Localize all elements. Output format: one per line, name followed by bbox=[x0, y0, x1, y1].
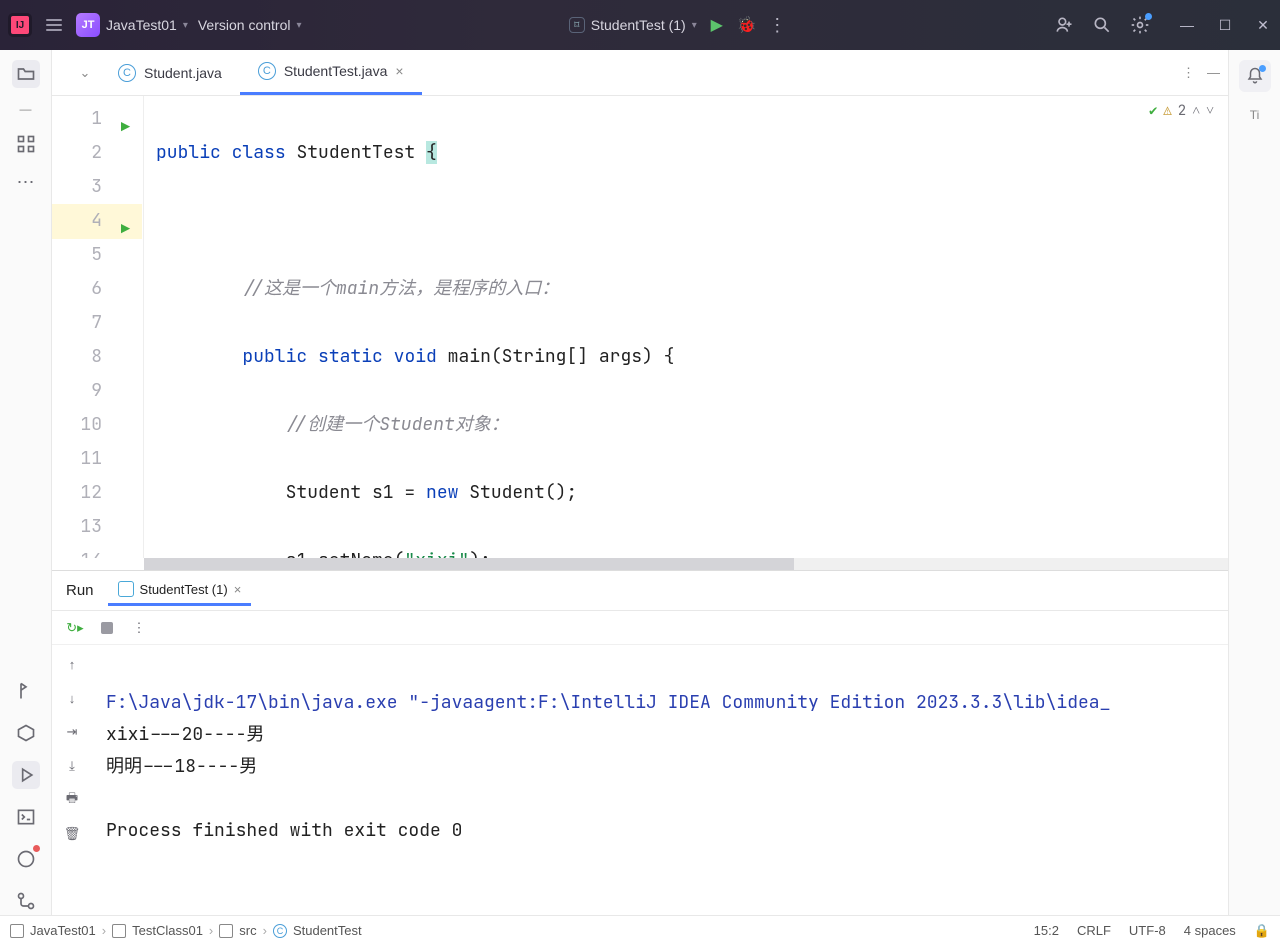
more-actions-button[interactable]: ⋮ bbox=[767, 15, 787, 35]
print-icon[interactable]: 🖶 bbox=[61, 789, 83, 811]
run-panel: Run StudentTest (1) × ↻▸ ⋮ ↑ ↓ bbox=[52, 570, 1228, 915]
run-output[interactable]: F:\Java\jdk-17\bin\java.exe "-javaagent:… bbox=[92, 645, 1228, 915]
editor-tabbar: ⌄ C Student.java C StudentTest.java × ⋮ … bbox=[52, 50, 1228, 96]
minimize-button[interactable]: — bbox=[1178, 16, 1196, 34]
class-icon: C bbox=[273, 924, 287, 938]
code-editor[interactable]: 1▶ 2 3 4▶ 5 6 7 8 9 10 11 12 13 14 publi… bbox=[52, 96, 1228, 558]
terminal-tool-icon[interactable] bbox=[12, 803, 40, 831]
tab-studenttest[interactable]: C StudentTest.java × bbox=[240, 50, 422, 95]
tab-more-icon[interactable]: ⋮ bbox=[1182, 65, 1195, 81]
clear-icon[interactable]: 🗑 bbox=[61, 823, 83, 845]
scroll-to-end-icon[interactable]: ⤓ bbox=[61, 755, 83, 777]
chevron-down-icon: ▾ bbox=[296, 20, 301, 31]
chevron-down-icon: ▾ bbox=[692, 20, 697, 31]
settings-icon[interactable] bbox=[1130, 15, 1150, 35]
check-icon: ✔ bbox=[1149, 102, 1157, 120]
reader-mode-icon[interactable]: 🔒 bbox=[1254, 923, 1270, 939]
vcs-selector[interactable]: Version control ▾ bbox=[198, 17, 302, 33]
run-gutter-icon[interactable]: ▶ bbox=[121, 212, 130, 246]
line-separator[interactable]: CRLF bbox=[1077, 923, 1111, 938]
right-rail-label[interactable]: Ti bbox=[1250, 108, 1260, 122]
class-icon: C bbox=[258, 62, 276, 80]
collapse-project-icon[interactable]: — bbox=[20, 102, 32, 116]
project-tool-icon[interactable] bbox=[12, 60, 40, 88]
run-button[interactable]: ▶ bbox=[707, 15, 727, 35]
run-tab-studenttest[interactable]: StudentTest (1) × bbox=[108, 575, 252, 606]
stop-button[interactable] bbox=[96, 617, 118, 639]
warning-icon: ⚠ bbox=[1163, 102, 1171, 120]
debug-button[interactable]: 🐞 bbox=[737, 15, 757, 35]
run-gutter-icon[interactable]: ▶ bbox=[121, 110, 130, 144]
line-gutter[interactable]: 1▶ 2 3 4▶ 5 6 7 8 9 10 11 12 13 14 bbox=[52, 96, 108, 558]
run-tool-icon[interactable] bbox=[12, 761, 40, 789]
project-name: JavaTest01 bbox=[106, 17, 177, 33]
close-button[interactable]: ✕ bbox=[1254, 16, 1272, 34]
chevron-down-icon[interactable]: ⌄ bbox=[70, 50, 100, 95]
inspections-widget[interactable]: ✔ ⚠ 2 ˄ ˅ bbox=[1149, 102, 1214, 120]
maximize-button[interactable]: ☐ bbox=[1216, 16, 1234, 34]
project-badge: JT bbox=[76, 13, 100, 37]
notifications-icon[interactable] bbox=[1239, 60, 1271, 92]
scroll-down-icon[interactable]: ↓ bbox=[61, 687, 83, 709]
close-tab-icon[interactable]: × bbox=[395, 63, 403, 79]
status-bar: JavaTest01› TestClass01› src› C StudentT… bbox=[0, 915, 1280, 945]
folder-icon bbox=[219, 924, 233, 938]
run-config-selector[interactable]: ⌑ StudentTest (1) ▾ bbox=[569, 17, 697, 33]
rerun-button[interactable]: ↻▸ bbox=[64, 617, 86, 639]
soft-wrap-icon[interactable]: ⇥ bbox=[61, 721, 83, 743]
module-icon bbox=[112, 924, 126, 938]
main-menu-button[interactable] bbox=[42, 15, 66, 35]
code-content[interactable]: public class StudentTest { //这是一个main方法，… bbox=[144, 96, 1228, 558]
vcs-tool-icon[interactable] bbox=[12, 887, 40, 915]
notification-dot-icon bbox=[1259, 65, 1266, 72]
scroll-up-icon[interactable]: ↑ bbox=[61, 653, 83, 675]
caret-position[interactable]: 15:2 bbox=[1034, 923, 1059, 938]
build-tool-icon[interactable] bbox=[12, 677, 40, 705]
more-tools-icon[interactable]: ⋯ bbox=[17, 172, 35, 193]
run-side-toolbar: ↑ ↓ ⇥ ⤓ 🖶 🗑 bbox=[52, 645, 92, 915]
titlebar: IJ JT JavaTest01 ▾ Version control ▾ ⌑ S… bbox=[0, 0, 1280, 50]
chevron-down-icon: ▾ bbox=[183, 20, 188, 31]
prev-highlight-icon[interactable]: ˄ bbox=[1192, 102, 1200, 120]
code-with-me-icon[interactable] bbox=[1054, 15, 1074, 35]
run-config-icon: ⌑ bbox=[569, 17, 585, 33]
close-tab-icon[interactable]: × bbox=[234, 582, 242, 597]
services-tool-icon[interactable] bbox=[12, 719, 40, 747]
file-encoding[interactable]: UTF-8 bbox=[1129, 923, 1166, 938]
search-icon[interactable] bbox=[1092, 15, 1112, 35]
run-more-icon[interactable]: ⋮ bbox=[128, 617, 150, 639]
class-icon: C bbox=[118, 64, 136, 82]
left-tool-rail: — ⋯ bbox=[0, 50, 52, 915]
indent-setting[interactable]: 4 spaces bbox=[1184, 923, 1236, 938]
project-selector[interactable]: JT JavaTest01 ▾ bbox=[76, 13, 188, 37]
tab-student[interactable]: C Student.java bbox=[100, 50, 240, 95]
app-logo: IJ bbox=[8, 13, 32, 37]
breadcrumb[interactable]: JavaTest01› TestClass01› src› C StudentT… bbox=[10, 923, 1028, 938]
module-icon bbox=[10, 924, 24, 938]
structure-tool-icon[interactable] bbox=[12, 130, 40, 158]
run-tab-icon bbox=[118, 581, 134, 597]
problems-tool-icon[interactable] bbox=[12, 845, 40, 873]
next-highlight-icon[interactable]: ˅ bbox=[1206, 102, 1214, 120]
hide-editor-icon[interactable]: — bbox=[1207, 65, 1220, 80]
update-dot-icon bbox=[1145, 13, 1152, 20]
horizontal-scrollbar[interactable] bbox=[144, 558, 1228, 570]
run-panel-title: Run bbox=[66, 582, 94, 599]
right-tool-rail: Ti bbox=[1228, 50, 1280, 915]
